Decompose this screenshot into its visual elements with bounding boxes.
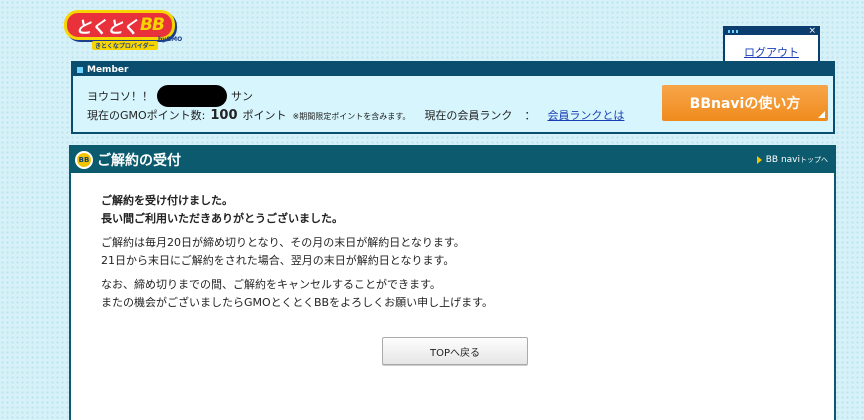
logo-text: とくとく	[75, 17, 139, 38]
member-panel-header: Member	[73, 63, 833, 76]
member-greeting-line: ヨウコソ！！ サン	[87, 85, 253, 107]
bb-icon: BB	[75, 151, 93, 169]
member-heading: Member	[87, 64, 129, 75]
bbnavi-top-link[interactable]: BB navi トップへ	[756, 155, 828, 165]
points-label: 現在のGMOポイント数:	[87, 109, 206, 122]
message-thanks: 長い間ご利用いただきありがとうございました。	[101, 212, 343, 225]
bbnavi-top-link-main: BB navi	[765, 155, 800, 165]
redacted-username	[157, 85, 227, 107]
site-logo[interactable]: とくとく BB きとくなプロバイダー byGMO	[64, 10, 194, 50]
bbnavi-guide-label: BBnaviの使い方	[689, 96, 801, 112]
points-value: 100	[210, 108, 238, 123]
logo-tagline: きとくなプロバイダー	[92, 41, 158, 50]
message-late-cancel: 21日から末日にご解約をされた場合、翌月の末日が解約日となります。	[101, 254, 455, 267]
logo-bb: BB	[139, 15, 165, 35]
close-icon[interactable]: ×	[808, 25, 816, 37]
dots-icon	[728, 30, 738, 33]
rank-info-link[interactable]: 会員ランクとは	[547, 107, 624, 123]
logo-gmo: byGMO	[158, 36, 183, 43]
greeting-text: ヨウコソ！！	[87, 90, 153, 103]
rank-label: 現在の会員ランク	[424, 109, 513, 122]
logout-link[interactable]: ログアウト	[725, 44, 818, 60]
cancellation-panel-header: BB ご解約の受付 BB navi トップへ	[71, 147, 834, 173]
page-title: ご解約の受付	[97, 153, 181, 169]
square-icon	[77, 66, 83, 73]
bbnavi-guide-button[interactable]: BBnaviの使い方	[662, 85, 828, 121]
corner-arrow-icon	[818, 111, 825, 118]
cancellation-panel: BB ご解約の受付 BB navi トップへ ご解約を受け付けました。 長い間ご…	[69, 145, 836, 420]
bbnavi-top-link-small: トップへ	[800, 156, 828, 164]
message-deadline: ご解約は毎月20日が締め切りとなり、その月の末日が解約日となります。	[101, 236, 465, 249]
message-accepted: ご解約を受け付けました。	[101, 194, 233, 207]
back-to-top-button[interactable]: TOPへ戻る	[382, 337, 528, 365]
triangle-right-icon	[756, 156, 762, 164]
points-note: ※期間限定ポイントを含みます。	[292, 112, 411, 121]
logout-box-bar: ×	[725, 25, 818, 37]
message-closing: またの機会がございましたらGMOとくとくBBをよろしくお願い申し上げます。	[101, 296, 494, 309]
member-points-line: 現在のGMOポイント数: 100 ポイント ※期間限定ポイントを含みます。 現在…	[87, 107, 624, 123]
message-can-cancel: なお、締め切りまでの間、ご解約をキャンセルすることができます。	[101, 278, 441, 291]
greeting-suffix: サン	[231, 90, 253, 103]
points-unit: ポイント	[242, 109, 287, 122]
rank-separator: ：	[524, 109, 536, 122]
